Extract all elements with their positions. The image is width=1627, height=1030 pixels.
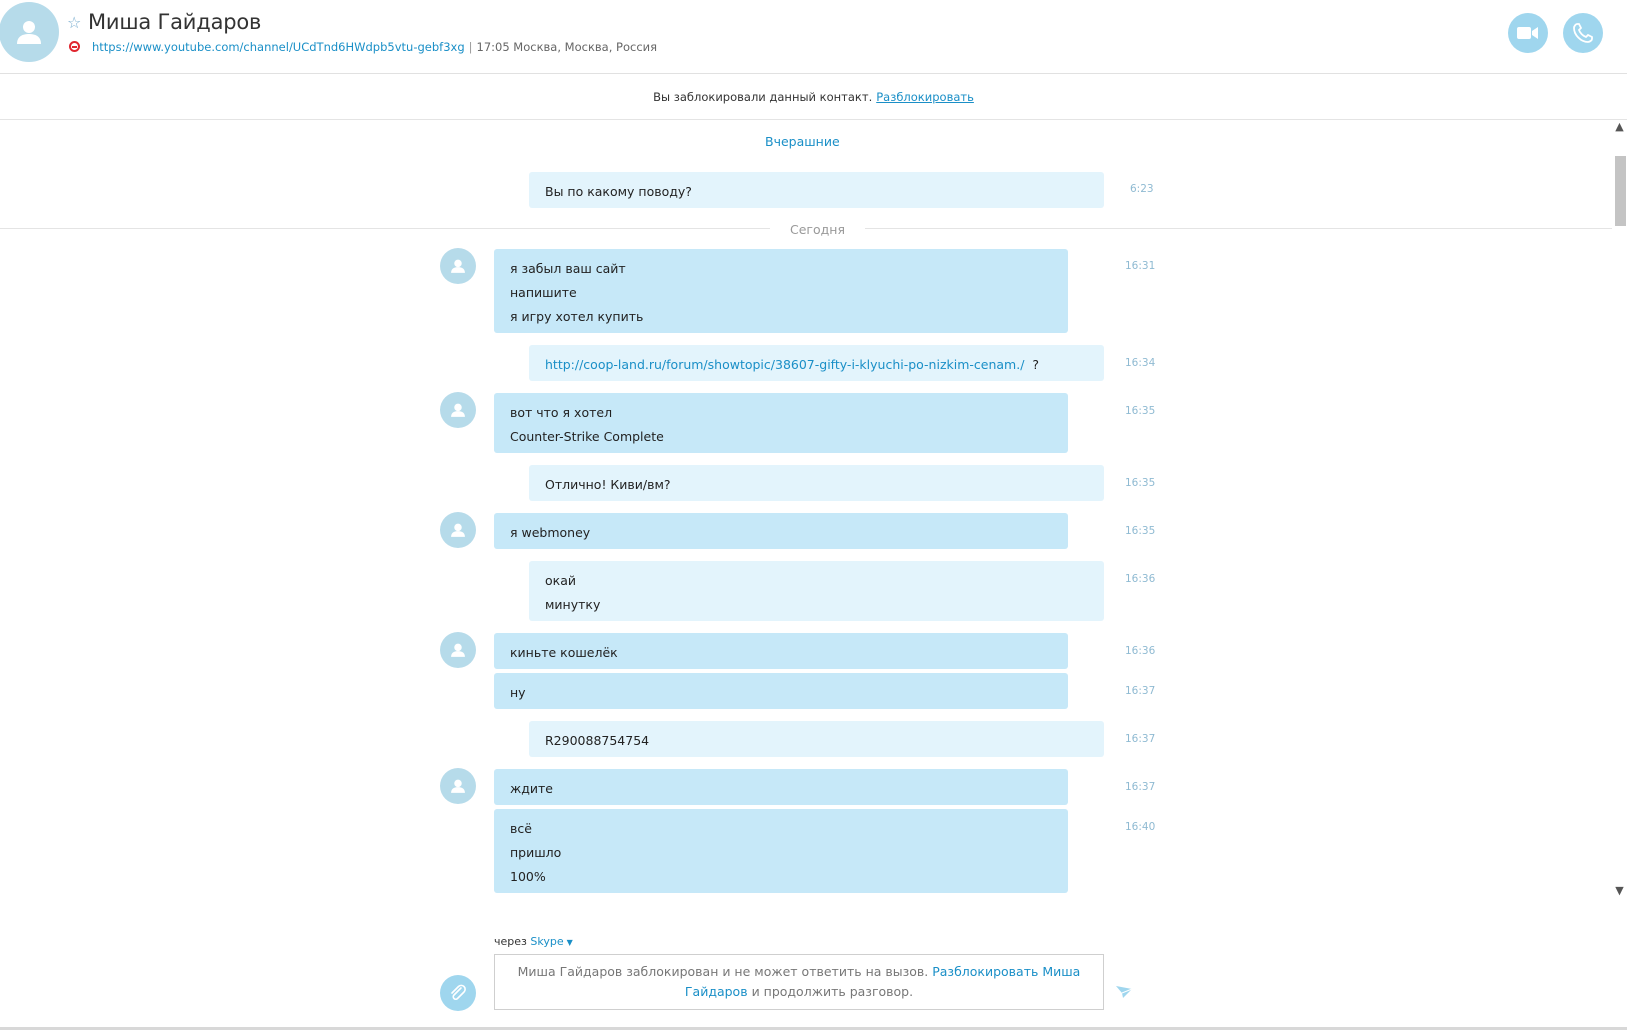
message-bubble-incoming[interactable]: всё пришло 100%	[494, 809, 1068, 893]
message-time: 16:35	[1125, 525, 1156, 537]
message-time: 16:37	[1125, 685, 1156, 697]
person-icon	[451, 643, 465, 657]
message-time: 6:23	[1130, 183, 1154, 195]
message-text: 100%	[510, 869, 546, 884]
message-text: R290088754754	[545, 733, 650, 748]
day-label-yesterday[interactable]: Вчерашние	[765, 134, 840, 149]
send-icon[interactable]	[1115, 985, 1133, 999]
compose-unblock-link-name[interactable]: Гайдаров	[685, 984, 748, 999]
message-text: киньте кошелёк	[510, 645, 618, 660]
message-bubble-incoming[interactable]: я webmoney	[494, 513, 1068, 549]
message-bubble-outgoing[interactable]: Отлично! Киви/вм?	[529, 465, 1104, 501]
meta-separator: |	[468, 40, 473, 54]
scroll-up-arrow-icon[interactable]: ▲	[1614, 120, 1625, 134]
message-bubble-incoming[interactable]: я забыл ваш сайт напишите я игру хотел к…	[494, 249, 1068, 333]
person-icon	[451, 403, 465, 417]
compose-blocked-text: Миша Гайдаров заблокирован и не может от…	[517, 964, 929, 979]
message-time: 16:35	[1125, 477, 1156, 489]
scroll-down-arrow-icon[interactable]: ▼	[1614, 884, 1625, 898]
message-text: всё	[510, 821, 532, 836]
message-bubble-outgoing[interactable]: окай минутку	[529, 561, 1104, 621]
message-text: я игру хотел купить	[510, 309, 644, 324]
message-text: вот что я хотел	[510, 405, 613, 420]
sender-avatar[interactable]	[440, 768, 476, 804]
sender-avatar[interactable]	[440, 512, 476, 548]
message-time: 16:37	[1125, 781, 1156, 793]
person-icon	[451, 523, 465, 537]
compose-unblock-link[interactable]: Разблокировать Миша	[932, 964, 1080, 979]
video-camera-icon	[1517, 27, 1538, 39]
message-text: Counter-Strike Complete	[510, 429, 664, 444]
message-time: 16:36	[1125, 573, 1156, 585]
paperclip-icon	[451, 984, 466, 1001]
message-text: напишите	[510, 285, 577, 300]
message-text: Вы по какому поводу?	[545, 184, 692, 199]
message-bubble-outgoing[interactable]: R290088754754	[529, 721, 1104, 757]
day-label-today: Сегодня	[770, 222, 865, 237]
message-text: я webmoney	[510, 525, 591, 540]
message-text: минутку	[545, 597, 601, 612]
person-icon	[17, 21, 41, 44]
compose-continue-text: и продолжить разговор.	[751, 984, 914, 999]
message-bubble-outgoing[interactable]: http://coop-land.ru/forum/showtopic/3860…	[529, 345, 1104, 381]
person-icon	[451, 259, 465, 273]
message-time: 16:35	[1125, 405, 1156, 417]
message-text: ну	[510, 685, 526, 700]
blocked-banner-text: Вы заблокировали данный контакт.	[653, 89, 873, 104]
message-bubble-incoming[interactable]: вот что я хотел Counter-Strike Complete	[494, 393, 1068, 453]
contact-profile-link[interactable]: https://www.youtube.com/channel/UCdTnd6H…	[92, 40, 465, 54]
message-time: 16:34	[1125, 357, 1156, 369]
blocked-banner: Вы заблокировали данный контакт. Разблок…	[0, 74, 1627, 120]
contact-meta: https://www.youtube.com/channel/UCdTnd6H…	[92, 40, 657, 54]
audio-call-button[interactable]	[1563, 13, 1603, 53]
chevron-down-icon[interactable]: ▼	[567, 938, 573, 947]
message-time: 16:31	[1125, 260, 1156, 272]
attach-button[interactable]	[440, 975, 476, 1011]
via-service-selector[interactable]: через Skype ▼	[494, 935, 573, 948]
message-bubble-outgoing[interactable]: Вы по какому поводу?	[529, 172, 1104, 208]
scroll-thumb[interactable]	[1615, 156, 1626, 226]
message-text: ?	[1032, 357, 1040, 372]
message-bubble-incoming[interactable]: ну	[494, 673, 1068, 709]
via-label: через	[494, 935, 527, 948]
contact-local-time: 17:05 Москва, Москва, Россия	[476, 40, 658, 54]
star-icon[interactable]: ☆	[67, 13, 81, 33]
unblock-link[interactable]: Разблокировать	[876, 90, 974, 104]
message-bubble-incoming[interactable]: ждите	[494, 769, 1068, 805]
message-link[interactable]: http://coop-land.ru/forum/showtopic/3860…	[545, 357, 1024, 372]
sender-avatar[interactable]	[440, 392, 476, 428]
message-text: Отлично! Киви/вм?	[545, 477, 671, 492]
message-scrollbar[interactable]: ▲ ▼	[1612, 120, 1627, 898]
message-text: пришло	[510, 845, 562, 860]
message-compose-box[interactable]: Миша Гайдаров заблокирован и не может от…	[494, 954, 1104, 1010]
message-text: окай	[545, 573, 576, 588]
phone-icon	[1573, 23, 1593, 43]
blocked-status-icon	[69, 41, 80, 52]
message-time: 16:37	[1125, 733, 1156, 745]
person-icon	[451, 779, 465, 793]
message-time: 16:36	[1125, 645, 1156, 657]
message-text: я забыл ваш сайт	[510, 261, 626, 276]
message-time: 16:40	[1125, 821, 1156, 833]
video-call-button[interactable]	[1508, 13, 1548, 53]
contact-name[interactable]: Миша Гайдаров	[88, 10, 261, 34]
via-service[interactable]: Skype	[530, 935, 563, 948]
conversation-header: ☆ Миша Гайдаров https://www.youtube.com/…	[0, 0, 1627, 74]
message-text: ждите	[510, 781, 553, 796]
contact-avatar[interactable]	[0, 2, 59, 62]
message-bubble-incoming[interactable]: киньте кошелёк	[494, 633, 1068, 669]
sender-avatar[interactable]	[440, 632, 476, 668]
sender-avatar[interactable]	[440, 248, 476, 284]
